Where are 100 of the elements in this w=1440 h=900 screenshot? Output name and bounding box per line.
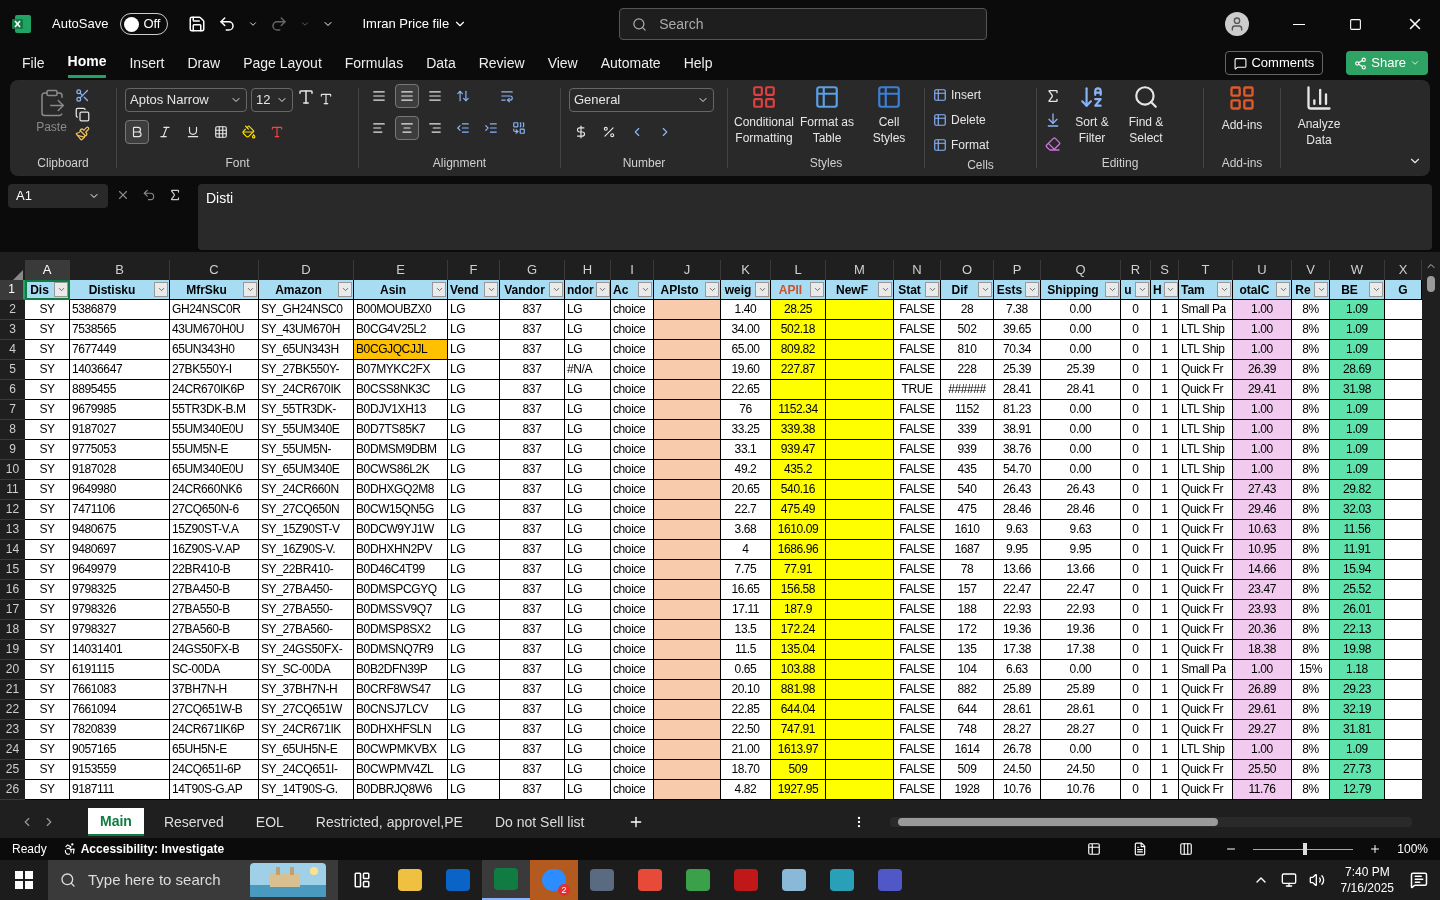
bold-button[interactable] — [125, 120, 149, 144]
ribbon-tab[interactable]: Page Layout — [243, 48, 322, 78]
table-cell: 502.18 — [771, 320, 826, 340]
zoom-app-icon[interactable]: 2 — [530, 860, 578, 900]
search-field[interactable]: Search — [619, 8, 988, 40]
paste-button[interactable]: Paste — [36, 84, 67, 154]
cells-button[interactable]: Delete — [933, 109, 1028, 131]
font-size-dropdown[interactable]: 12 — [251, 88, 293, 112]
vertical-scrollbar[interactable] — [1422, 252, 1440, 806]
filter-dropdown-button[interactable] — [638, 282, 652, 297]
minimize-icon[interactable] — [1293, 23, 1305, 25]
filter-dropdown-button[interactable] — [1135, 282, 1149, 297]
account-avatar[interactable] — [1225, 12, 1249, 36]
comments-button[interactable]: Comments — [1225, 51, 1324, 75]
align-center-button[interactable] — [395, 116, 419, 140]
filter-dropdown-button[interactable] — [243, 282, 257, 297]
caret-icon — [1371, 285, 1381, 294]
editing-button[interactable]: Find & Select — [1123, 84, 1169, 154]
sheet-tab[interactable]: Do not Sell list — [482, 808, 597, 836]
table-cell: 1.40 — [721, 300, 771, 320]
filter-dropdown-button[interactable] — [549, 282, 563, 297]
filter-dropdown-button[interactable] — [1276, 282, 1290, 297]
file-name-menu[interactable]: Imran Price file — [362, 14, 468, 34]
scrollbar-thumb[interactable] — [1427, 276, 1435, 292]
filter-dropdown-button[interactable] — [1369, 282, 1383, 297]
table-cell: SY_37BH7N-H — [259, 680, 354, 700]
table-cell: 0 — [1121, 460, 1151, 480]
zoom-slider-thumb[interactable] — [1303, 843, 1308, 855]
formula-field[interactable]: Disti — [198, 184, 1432, 250]
zoom-slider[interactable] — [1253, 843, 1354, 855]
filter-dropdown-button[interactable] — [154, 282, 168, 297]
align-center-icon — [400, 121, 414, 135]
analyze-data-button[interactable]: Analyze Data — [1289, 84, 1349, 148]
ribbon-tab[interactable]: Draw — [187, 48, 221, 78]
table-cell: B0CG4V25L2 — [354, 320, 448, 340]
filter-dropdown-button[interactable] — [432, 282, 446, 297]
editing-button[interactable]: Sort & Filter — [1069, 84, 1115, 154]
filter-dropdown-button[interactable] — [1217, 282, 1231, 297]
filter-dropdown-button[interactable] — [1163, 282, 1178, 297]
table-cell: 8% — [1292, 320, 1330, 340]
table-cell: FALSE — [894, 540, 941, 560]
sheet-tab[interactable]: EOL — [243, 808, 296, 836]
excel-icon[interactable] — [482, 860, 530, 900]
styles-button[interactable]: Conditional Formatting — [736, 84, 792, 154]
cells-button[interactable]: Insert — [933, 84, 1028, 106]
table-cell: SY_24CR660N — [259, 480, 354, 500]
column-header[interactable]: A — [25, 260, 70, 282]
table-cell — [654, 700, 721, 720]
filter-dropdown-button[interactable] — [484, 282, 498, 297]
number-format-dropdown[interactable]: General — [569, 88, 714, 112]
ribbon-tab[interactable]: Automate — [600, 48, 661, 78]
ribbon-tab[interactable]: Help — [683, 48, 713, 78]
filter-dropdown-button[interactable] — [925, 282, 939, 297]
ribbon-tab[interactable]: View — [547, 48, 578, 78]
font-family-dropdown[interactable]: Aptos Narrow — [125, 88, 247, 112]
table-cell: 0.00 — [1041, 420, 1121, 440]
filter-dropdown-button[interactable] — [1314, 282, 1328, 297]
horizontal-scrollbar[interactable] — [890, 817, 1412, 827]
filter-dropdown-button[interactable] — [595, 282, 610, 297]
table-cell — [654, 380, 721, 400]
column-title: MfrSku — [185, 281, 228, 299]
add-ins-button[interactable]: Add-ins — [1212, 84, 1272, 154]
taskbar-search-field[interactable]: Type here to search — [48, 860, 338, 900]
ribbon-tab[interactable]: File — [22, 48, 45, 78]
column-title: Dif — [950, 281, 969, 299]
filter-dropdown-button[interactable] — [54, 282, 68, 297]
ribbon-tab[interactable]: Review — [478, 48, 525, 78]
table-cell: SY_27BA560- — [259, 620, 354, 640]
styles-button[interactable]: Format as Table — [800, 84, 854, 154]
sheet-tab[interactable]: Restricted, approvel,PE — [303, 808, 475, 836]
cells-button[interactable]: Format — [933, 134, 1028, 156]
orientation-icon — [456, 89, 470, 103]
middle-align-button[interactable] — [395, 84, 419, 108]
filter-dropdown-button[interactable] — [810, 282, 824, 297]
table-cell: 0.65 — [721, 660, 771, 680]
table-cell: 65UM340E0U — [170, 460, 259, 480]
filter-dropdown-button[interactable] — [755, 282, 769, 297]
name-box[interactable]: A1 — [8, 184, 108, 208]
filter-dropdown-button[interactable] — [705, 282, 719, 297]
filter-dropdown-button[interactable] — [978, 282, 992, 297]
table-cell: FALSE — [894, 660, 941, 680]
accessibility-button[interactable]: Accessibility: Investigate — [62, 840, 225, 858]
table-cell — [654, 500, 721, 520]
table-cell: 22.85 — [721, 700, 771, 720]
table-cell: 837 — [500, 480, 565, 500]
sheet-tab[interactable]: Main — [88, 808, 144, 836]
filter-dropdown-button[interactable] — [1105, 282, 1119, 297]
styles-button[interactable]: Cell Styles — [862, 84, 916, 154]
ribbon-tab[interactable]: Formulas — [344, 48, 404, 78]
table-cell: SY_27BA450- — [259, 580, 354, 600]
row-header[interactable]: 1 — [0, 280, 25, 300]
table-cell: LG — [448, 300, 500, 320]
ribbon-tab[interactable]: Data — [426, 48, 456, 78]
filter-dropdown-button[interactable] — [338, 282, 352, 297]
filter-dropdown-button[interactable] — [878, 282, 892, 297]
ribbon-tab[interactable]: Insert — [129, 48, 165, 78]
filter-dropdown-button[interactable] — [1025, 282, 1039, 297]
table-cell — [654, 720, 721, 740]
sheet-tab[interactable]: Reserved — [151, 808, 236, 836]
table-cell — [654, 620, 721, 640]
